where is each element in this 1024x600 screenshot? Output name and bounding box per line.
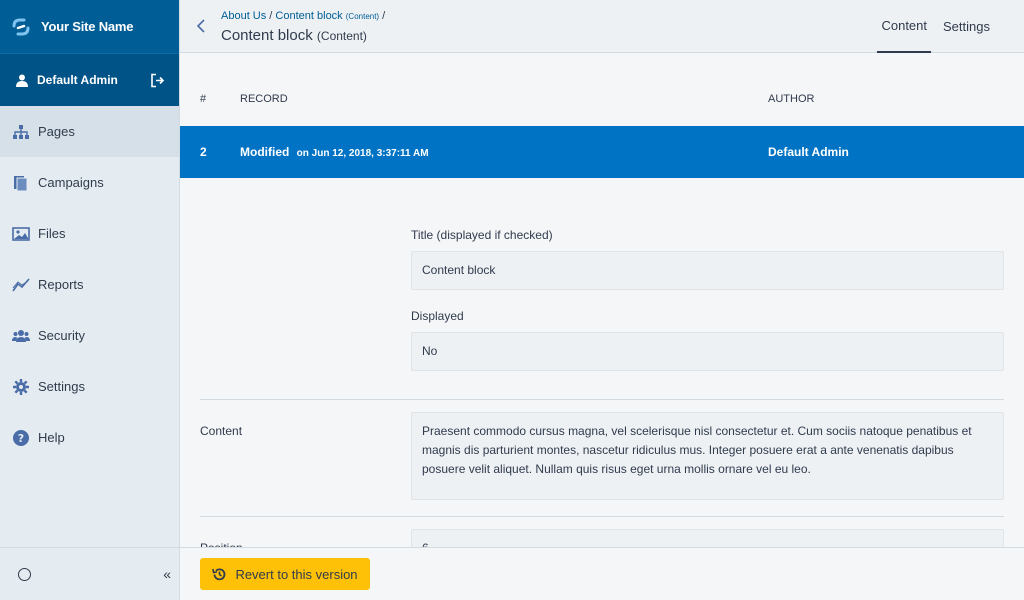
sidebar-item-pages[interactable]: Pages [0,106,179,157]
header-tabs: Content Settings [869,0,994,53]
content-field-value: Praesent commodo cursus magna, vel scele… [411,412,1004,500]
sidebar-item-label: Security [38,328,85,343]
row-action: Modified [240,145,290,159]
row-author: Default Admin [768,145,849,159]
breadcrumb-link-about-us[interactable]: About Us [221,10,266,22]
table-row-selected[interactable]: 2 Modified on Jun 12, 2018, 3:37:11 AM D… [180,126,1024,178]
divider [200,399,1004,400]
svg-text:?: ? [18,432,24,445]
sidebar-item-reports[interactable]: Reports [0,259,179,310]
position-field-value: 6 [411,529,1004,547]
content-field-row: Content Praesent commodo cursus magna, v… [180,412,1024,500]
collapse-sidebar-icon[interactable]: « [163,566,171,582]
content-field-label: Content [200,424,243,438]
column-header-number: # [200,93,207,105]
table-header: # RECORD AUTHOR [180,53,1024,126]
sidebar-item-settings[interactable]: Settings [0,361,179,412]
user-name[interactable]: Default Admin [37,73,150,87]
site-logo-icon [12,18,30,35]
sidebar-item-label: Files [38,226,66,241]
divider [200,516,1004,517]
position-field-row: Position 6 [180,529,1024,547]
displayed-field-value: No [411,332,1004,371]
title-field-value: Content block [411,251,1004,290]
brand-bar[interactable]: Your Site Name [0,0,179,53]
users-icon [12,327,30,345]
site-name: Your Site Name [41,19,134,34]
gear-icon [12,378,30,396]
back-chevron-icon[interactable] [194,17,208,35]
breadcrumb: About Us / Content block (Content) / [221,10,385,22]
page-title-type: (Content) [316,29,367,43]
sidebar-item-campaigns[interactable]: Campaigns [0,157,179,208]
breadcrumb-link-content-block[interactable]: Content block (Content) [275,10,379,22]
copy-icon [12,174,30,192]
sitemap-icon [12,123,30,141]
page-header: About Us / Content block (Content) / Con… [180,0,1024,53]
main-content: # RECORD AUTHOR 2 Modified on Jun 12, 20… [180,53,1024,547]
user-icon [16,74,28,87]
position-field-label: Position [180,529,411,547]
title-field-group: Title (displayed if checked) Content blo… [411,228,1004,371]
status-circle-icon[interactable] [18,567,31,581]
chart-line-icon [12,276,30,294]
sidebar-item-label: Pages [38,124,75,139]
page-footer: Revert to this version [180,547,1024,600]
sidebar: Your Site Name Default Admin Pages Campa… [0,0,180,600]
tab-settings[interactable]: Settings [939,0,994,53]
sidebar-item-files[interactable]: Files [0,208,179,259]
page-title-text: Content block [221,27,313,44]
sidebar-item-label: Reports [38,277,84,292]
page-title: Content block (Content) [221,27,367,44]
sidebar-footer: « [0,547,179,600]
image-icon [12,225,30,243]
column-header-author[interactable]: AUTHOR [768,93,814,105]
sidebar-item-security[interactable]: Security [0,310,179,361]
revert-button-label: Revert to this version [235,566,358,582]
column-header-record[interactable]: RECORD [240,93,288,105]
logout-icon[interactable] [150,73,165,88]
user-bar: Default Admin [0,53,179,106]
version-detail: Title (displayed if checked) Content blo… [180,178,1024,547]
breadcrumb-link-label: Content block [275,10,343,22]
sidebar-item-label: Campaigns [38,175,104,190]
sidebar-item-label: Settings [38,379,85,394]
row-record: Modified on Jun 12, 2018, 3:37:11 AM [240,145,429,159]
displayed-field-label: Displayed [411,309,464,323]
row-date: on Jun 12, 2018, 3:37:11 AM [296,148,429,159]
tab-content[interactable]: Content [877,0,932,53]
title-field-label: Title (displayed if checked) [411,228,553,242]
row-number: 2 [200,145,207,159]
sidebar-item-label: Help [38,430,65,445]
sidebar-item-help[interactable]: ? Help [0,412,179,463]
history-icon [212,567,226,580]
breadcrumb-trailing-separator: / [379,10,386,22]
breadcrumb-link-type: (Content) [345,12,380,21]
revert-version-button[interactable]: Revert to this version [200,558,370,590]
help-icon: ? [12,429,30,447]
